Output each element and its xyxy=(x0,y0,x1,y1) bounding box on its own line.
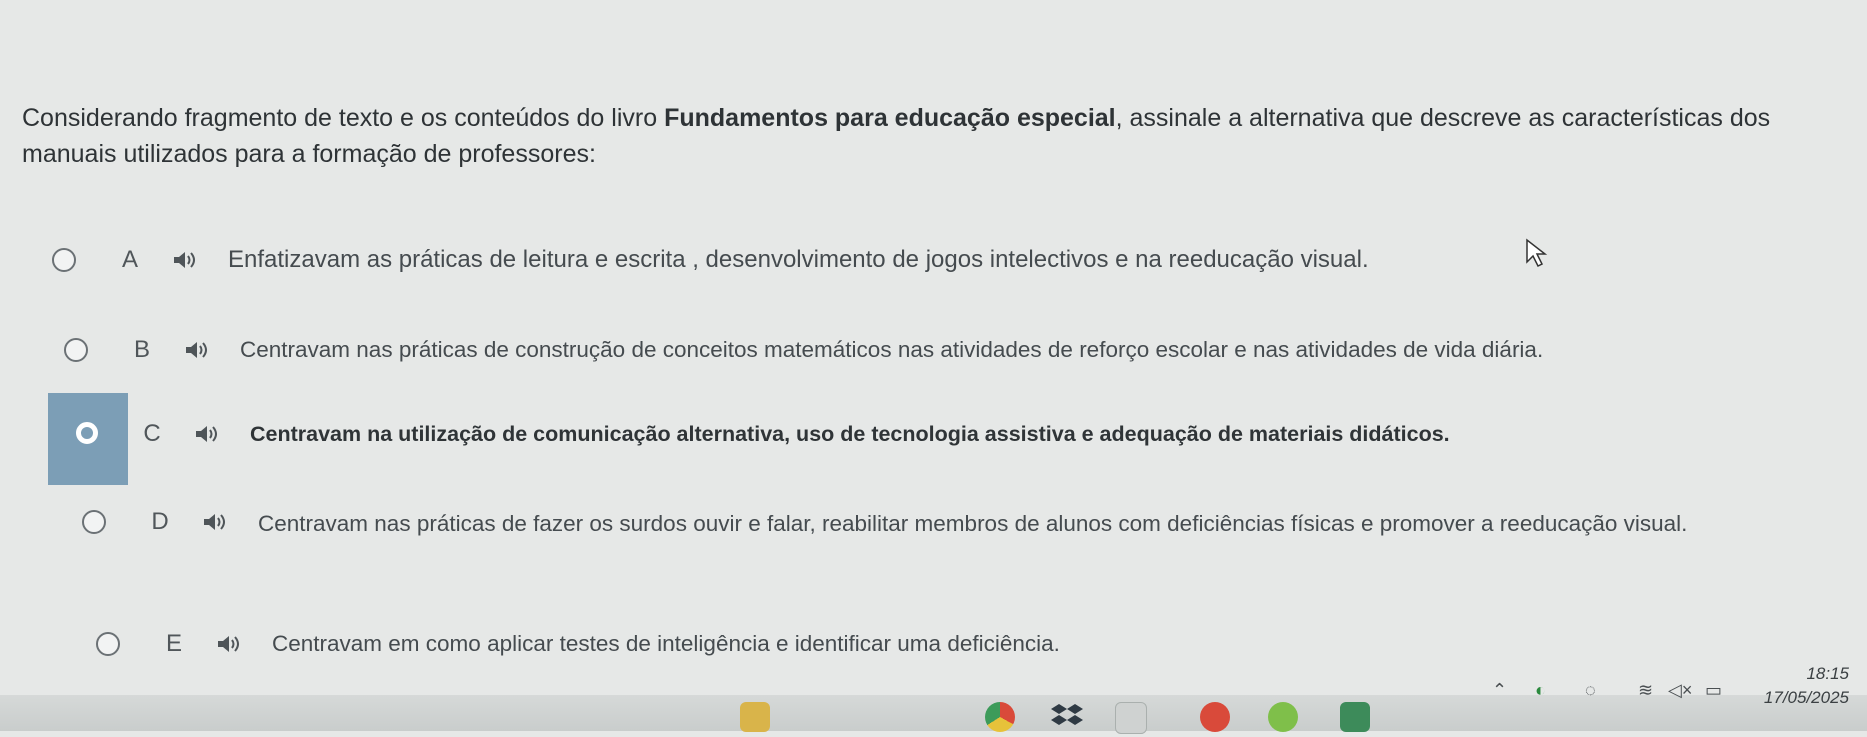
amazon-icon[interactable] xyxy=(1115,702,1147,734)
radio-c[interactable] xyxy=(76,422,98,444)
speaker-icon[interactable] xyxy=(194,423,220,445)
option-b[interactable]: B Centravam nas práticas de construção d… xyxy=(64,333,1814,367)
calendar-app-icon[interactable] xyxy=(1340,702,1370,732)
question-text: Considerando fragmento de texto e os con… xyxy=(22,100,1852,172)
option-text: Enfatizavam as práticas de leitura e esc… xyxy=(228,246,1369,273)
system-clock[interactable]: 18:15 17/05/2025 xyxy=(1764,662,1849,710)
tray-sync-icon[interactable]: ◌ xyxy=(1585,680,1596,701)
option-letter: A xyxy=(121,246,138,273)
speaker-icon[interactable] xyxy=(184,339,210,361)
book-title: Fundamentos para educação especial xyxy=(664,104,1116,132)
option-letter: E xyxy=(165,630,182,657)
speaker-icon[interactable] xyxy=(202,511,228,533)
option-d[interactable]: D Centravam nas práticas de fazer os sur… xyxy=(82,505,1802,543)
speaker-icon[interactable] xyxy=(216,633,242,655)
option-text: Centravam nas práticas de construção de … xyxy=(240,337,1544,362)
question-prefix: Considerando fragmento de texto e os con… xyxy=(22,104,665,132)
clock-time: 18:15 xyxy=(1806,664,1849,683)
volume-muted-icon[interactable]: ◁× xyxy=(1668,680,1692,701)
tray-app-icon[interactable]: ◐ xyxy=(1535,680,1546,701)
option-text: Centravam nas práticas de fazer os surdo… xyxy=(258,511,1688,536)
option-text: Centravam em como aplicar testes de inte… xyxy=(272,631,1060,656)
tray-chevron-icon[interactable]: ⌃ xyxy=(1492,680,1507,701)
dropbox-icon[interactable] xyxy=(1050,702,1083,732)
clock-date: 17/05/2025 xyxy=(1763,688,1849,707)
opera-icon[interactable] xyxy=(1200,702,1230,732)
option-a[interactable]: A Enfatizavam as práticas de leitura e e… xyxy=(52,243,1502,277)
radio-d[interactable] xyxy=(82,510,106,534)
battery-icon[interactable]: ▭ xyxy=(1705,680,1722,701)
radio-e[interactable] xyxy=(96,632,120,656)
option-letter: C xyxy=(143,420,161,447)
mouse-cursor-icon xyxy=(1526,238,1548,268)
android-icon[interactable] xyxy=(1268,702,1298,732)
option-letter: B xyxy=(133,336,150,363)
radio-b[interactable] xyxy=(64,338,88,362)
wifi-icon[interactable]: ≋ xyxy=(1638,680,1653,701)
file-explorer-icon[interactable] xyxy=(740,702,770,732)
option-letter: D xyxy=(151,508,169,535)
chrome-icon[interactable] xyxy=(985,702,1015,732)
option-c[interactable]: C Centravam na utilização de comunicação… xyxy=(76,417,1826,451)
radio-a[interactable] xyxy=(52,248,76,272)
option-text: Centravam na utilização de comunicação a… xyxy=(250,422,1450,446)
option-e[interactable]: E Centravam em como aplicar testes de in… xyxy=(96,627,1496,661)
speaker-icon[interactable] xyxy=(172,249,198,271)
